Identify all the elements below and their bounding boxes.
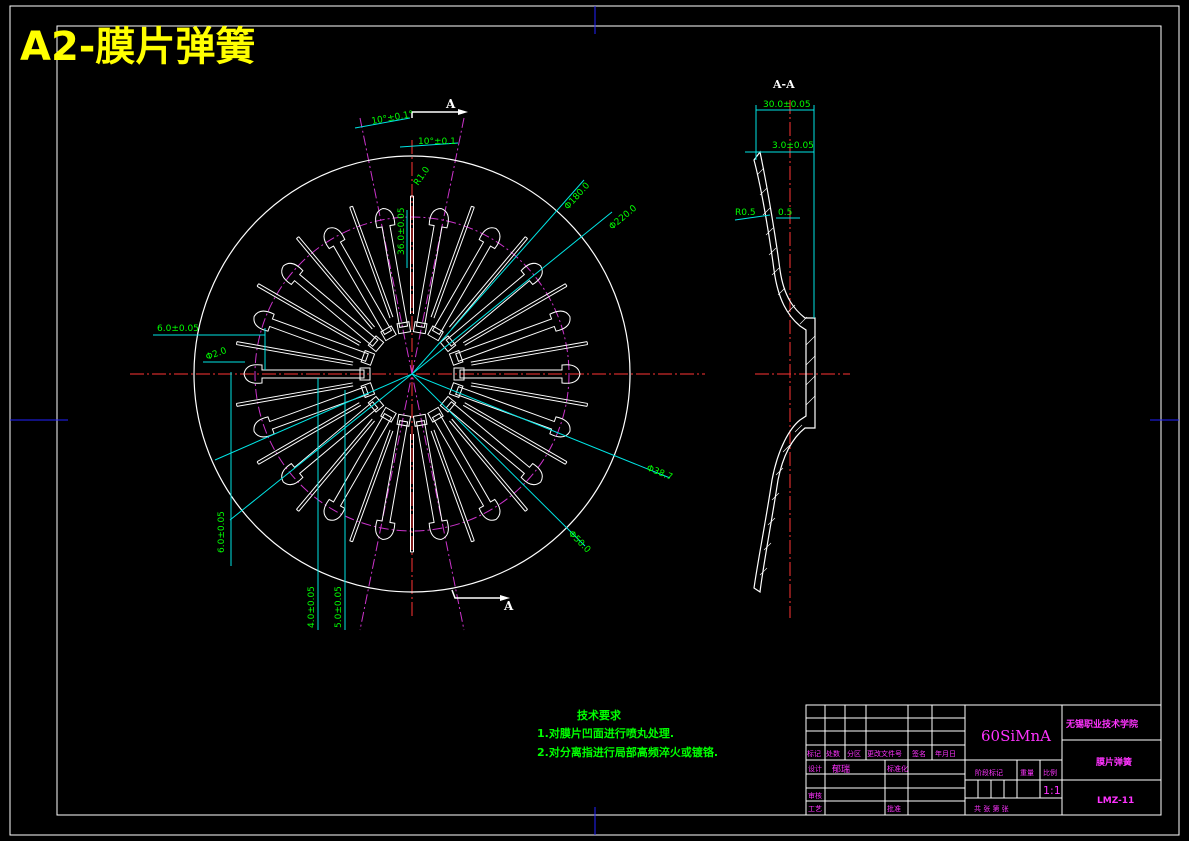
section-dimension-texts: 30.0±0.05 3.0±0.05 R0.5 0.5: [735, 100, 814, 218]
dim-dia-mid: Φ38.7: [645, 464, 674, 483]
tb-hdr-zone: 分区: [847, 749, 861, 758]
tb-school: 无锡职业技术学院: [1065, 718, 1138, 730]
finger-root: [360, 349, 376, 366]
tb-approve: 批准: [887, 804, 901, 813]
dim-dia-2: Φ2.0: [205, 346, 229, 363]
dim-slot-length: 36.0±0.05: [397, 207, 407, 255]
dim-section-thickness: 3.0±0.05: [772, 141, 814, 151]
title-block-texts: 标记 处数 分区 更改文件号 签名 年月日 设计 郁瑞 标准化 审核 工艺 批准…: [807, 718, 1138, 813]
finger-gap: [470, 382, 589, 407]
dim-section-value: 0.5: [778, 208, 792, 218]
tb-stage: 阶段标记: [975, 768, 1003, 777]
tb-material: 60SiMnA: [981, 727, 1051, 745]
finger-gap: [430, 429, 475, 543]
finger-root: [396, 413, 412, 427]
notes-item-2: 2.对分离指进行局部高频淬火或镀铬.: [537, 745, 718, 759]
finger-gap: [349, 205, 394, 319]
notes-item-1: 1.对膜片凹面进行喷丸处理.: [537, 726, 674, 740]
dim-section-overall: 30.0±0.05: [763, 100, 811, 110]
dim-angle-inner: 10°±0.1: [418, 137, 456, 147]
cad-drawing: A2-膜片弹簧 A A 10°±0.1° 10°±0.1 R1.0 36.0±0…: [9, 5, 1180, 836]
dim-width-5: 5.0±0.05: [334, 586, 344, 628]
dim-width-4: 4.0±0.05: [307, 586, 317, 628]
tb-designer: 郁瑞: [832, 763, 850, 775]
svg-text:A: A: [503, 599, 514, 613]
section-marker-top: A: [411, 97, 468, 118]
tb-sheets: 共 张 第 张: [974, 804, 1009, 813]
tb-hdr-mark: 标记: [807, 749, 821, 758]
finger-root: [448, 349, 464, 366]
tb-hdr-doc: 更改文件号: [867, 749, 902, 758]
tb-hdr-sign: 签名: [912, 749, 926, 758]
finger-gap: [349, 429, 394, 543]
technical-notes: 技术要求 1.对膜片凹面进行喷丸处理. 2.对分离指进行局部高频淬火或镀铬.: [537, 708, 718, 759]
dim-dia-180: Φ180.0: [563, 181, 593, 212]
finger-gap: [235, 341, 354, 366]
notes-heading: 技术要求: [577, 708, 622, 722]
tb-drawing-no: LMZ-11: [1097, 796, 1134, 806]
dim-dia-small: Φ50.0: [566, 529, 592, 555]
tb-ratio: 比例: [1043, 768, 1057, 777]
finger-gap: [235, 382, 354, 407]
finger-gap: [430, 205, 475, 319]
tb-design: 设计: [808, 764, 822, 773]
dim-width-6-h: 6.0±0.05: [157, 324, 199, 334]
finger-root: [427, 406, 444, 423]
tb-process: 工艺: [808, 805, 822, 813]
dim-width-6-v: 6.0±0.05: [217, 511, 227, 553]
plan-dimension-texts: 10°±0.1° 10°±0.1 R1.0 36.0±0.05 Φ180.0 Φ…: [157, 110, 674, 628]
tb-hdr-count: 处数: [826, 749, 840, 758]
dim-section-radius: R0.5: [735, 208, 756, 218]
tb-part-name: 膜片弹簧: [1095, 756, 1132, 768]
finger-root: [380, 325, 397, 342]
svg-text:A: A: [445, 97, 456, 111]
dim-dia-220: Φ220.0: [608, 203, 640, 232]
section-marker-bottom: A: [451, 589, 514, 613]
finger-root: [412, 413, 428, 427]
dim-radius-tip: R1.0: [412, 165, 432, 188]
finger-root: [380, 406, 397, 423]
tb-check: 审核: [808, 791, 822, 800]
finger-root: [427, 325, 444, 342]
tb-weight: 重量: [1020, 769, 1034, 777]
page-title: A2-膜片弹簧: [20, 24, 255, 70]
sheet-inner-border: [56, 25, 1162, 816]
tb-scale: 1:1: [1043, 784, 1061, 797]
section-title: A-A: [772, 78, 795, 91]
dim-angle-outer: 10°±0.1°: [371, 110, 414, 127]
tb-hdr-date: 年月日: [935, 749, 956, 758]
finger-gap: [470, 341, 589, 366]
tb-standard: 标准化: [887, 764, 908, 773]
